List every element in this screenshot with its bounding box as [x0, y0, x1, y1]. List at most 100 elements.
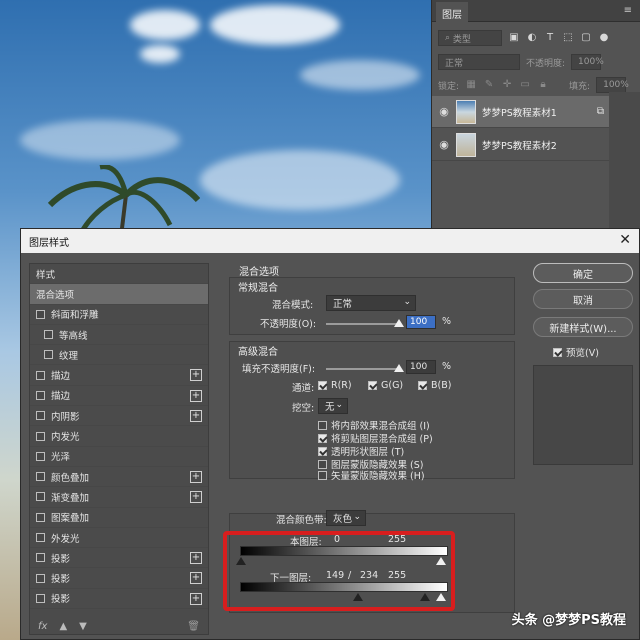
- layer-opacity-input[interactable]: 100%: [571, 54, 604, 70]
- blend-if-dropdown[interactable]: 灰色 ⌄: [326, 510, 366, 526]
- checkbox[interactable]: [318, 433, 327, 443]
- style-checkbox[interactable]: [36, 593, 45, 603]
- style-item-drop-shadow[interactable]: 投影 +: [30, 568, 208, 589]
- fill-opacity-input[interactable]: 100: [406, 360, 436, 374]
- lock-all-icon[interactable]: 🔒︎: [537, 79, 549, 91]
- style-item-texture[interactable]: 纹理: [30, 345, 208, 366]
- style-item-inner-shadow[interactable]: 内阴影 +: [30, 406, 208, 427]
- style-item-blending-options[interactable]: 混合选项: [30, 284, 208, 305]
- lock-artboard-icon[interactable]: ▭: [519, 79, 531, 91]
- blend-mode-label: 混合模式:: [272, 300, 314, 311]
- checkbox[interactable]: [418, 381, 427, 390]
- new-style-button[interactable]: 新建样式(W)...: [533, 317, 633, 337]
- style-item-styles[interactable]: 样式: [30, 264, 208, 285]
- opacity-input[interactable]: 100: [406, 315, 436, 329]
- layer-thumbnail: [456, 99, 476, 124]
- fill-opacity-slider[interactable]: [326, 368, 400, 370]
- opacity-slider-handle[interactable]: [394, 319, 404, 327]
- menu-icon[interactable]: ≡: [624, 5, 632, 16]
- layer-row[interactable]: ◉ 梦梦PS教程素材2: [432, 129, 610, 161]
- style-item-bevel-emboss[interactable]: 斜面和浮雕: [30, 305, 208, 325]
- style-checkbox[interactable]: [36, 309, 45, 319]
- trash-icon[interactable]: 🗑︎: [187, 621, 200, 632]
- preview-checkbox[interactable]: 预览(V): [553, 345, 599, 359]
- chevron-down-icon: ⌄: [353, 512, 361, 522]
- layer-row[interactable]: ◉ 梦梦PS教程素材1 ⧉: [432, 96, 610, 128]
- style-item-inner-glow[interactable]: 内发光: [30, 426, 208, 447]
- layer-blend-dropdown[interactable]: 正常: [438, 54, 520, 70]
- layer-fill-input[interactable]: 100%: [596, 77, 629, 93]
- move-up-icon[interactable]: ▲: [59, 621, 67, 632]
- adjustment-filter-icon[interactable]: ◐: [526, 32, 538, 44]
- filter-toggle-icon[interactable]: ●: [598, 32, 610, 44]
- transparency-shapes-checkbox[interactable]: 透明形状图层 (T): [318, 444, 404, 458]
- type-filter-icon[interactable]: T: [544, 32, 556, 44]
- style-checkbox[interactable]: [36, 533, 45, 542]
- add-icon[interactable]: +: [190, 592, 202, 605]
- opacity-slider[interactable]: [326, 323, 400, 325]
- lock-pixels-icon[interactable]: ▦: [465, 79, 477, 91]
- move-down-icon[interactable]: ▼: [79, 621, 87, 632]
- add-icon[interactable]: +: [190, 470, 202, 483]
- checkbox[interactable]: [318, 420, 327, 430]
- style-item-drop-shadow[interactable]: 投影 +: [30, 548, 208, 569]
- style-item-drop-shadow[interactable]: 投影 +: [30, 589, 208, 610]
- checkbox[interactable]: [318, 381, 327, 390]
- style-checkbox[interactable]: [36, 512, 45, 522]
- shape-filter-icon[interactable]: ⬚: [562, 32, 574, 44]
- style-item-stroke[interactable]: 描边 +: [30, 365, 208, 386]
- knockout-dropdown[interactable]: 无 ⌄: [318, 398, 348, 414]
- style-checkbox[interactable]: [44, 350, 53, 360]
- checkbox[interactable]: [318, 446, 327, 456]
- style-item-pattern-overlay[interactable]: 图案叠加: [30, 508, 208, 528]
- eye-icon[interactable]: ◉: [432, 105, 456, 118]
- image-filter-icon[interactable]: ▣: [508, 32, 520, 44]
- opacity-label: 不透明度(O):: [260, 319, 317, 330]
- layer-filter-dropdown[interactable]: ⌕ 类型: [438, 30, 502, 46]
- style-checkbox[interactable]: [36, 573, 45, 583]
- style-item-contour[interactable]: 等高线: [30, 325, 208, 346]
- vector-mask-hides-checkbox[interactable]: 矢量蒙版隐藏效果 (H): [318, 468, 425, 482]
- blend-clipped-checkbox[interactable]: 将剪贴图层混合成组 (P): [318, 431, 433, 445]
- style-item-satin[interactable]: 光泽: [30, 447, 208, 467]
- checkbox[interactable]: [318, 470, 327, 480]
- checkbox[interactable]: [368, 381, 377, 390]
- layer-name[interactable]: 梦梦PS教程素材1: [482, 105, 557, 119]
- style-checkbox[interactable]: [36, 390, 45, 400]
- blend-interior-checkbox[interactable]: 将内部效果混合成组 (I): [318, 418, 430, 432]
- style-checkbox[interactable]: [36, 411, 45, 421]
- style-item-gradient-overlay[interactable]: 渐变叠加 +: [30, 487, 208, 508]
- cancel-button[interactable]: 取消: [533, 289, 633, 309]
- channel-b-checkbox[interactable]: B(B): [418, 380, 451, 391]
- channel-r-checkbox[interactable]: R(R): [318, 380, 352, 391]
- channel-g-checkbox[interactable]: G(G): [368, 380, 403, 391]
- style-checkbox[interactable]: [36, 431, 45, 441]
- style-item-stroke[interactable]: 描边 +: [30, 386, 208, 407]
- add-icon[interactable]: +: [190, 572, 202, 585]
- style-checkbox[interactable]: [36, 451, 45, 461]
- checkbox[interactable]: [553, 347, 562, 357]
- ok-button[interactable]: 确定: [533, 263, 633, 283]
- style-checkbox[interactable]: [36, 472, 45, 482]
- close-icon[interactable]: ✕: [619, 232, 631, 248]
- fill-opacity-slider-handle[interactable]: [394, 364, 404, 372]
- tab-layers[interactable]: 图层: [436, 2, 468, 22]
- add-icon[interactable]: +: [190, 389, 202, 402]
- add-icon[interactable]: +: [190, 552, 202, 565]
- layer-name[interactable]: 梦梦PS教程素材2: [482, 138, 557, 152]
- eye-icon[interactable]: ◉: [432, 138, 456, 151]
- lock-paint-icon[interactable]: ✎: [483, 79, 495, 91]
- style-checkbox[interactable]: [36, 492, 45, 502]
- style-checkbox[interactable]: [36, 370, 45, 380]
- add-icon[interactable]: +: [190, 369, 202, 382]
- style-checkbox[interactable]: [36, 553, 45, 563]
- style-item-outer-glow[interactable]: 外发光: [30, 528, 208, 549]
- blend-mode-dropdown[interactable]: 正常 ⌄: [326, 295, 416, 311]
- add-icon[interactable]: +: [190, 410, 202, 423]
- add-icon[interactable]: +: [190, 491, 202, 504]
- fx-icon[interactable]: fx: [38, 621, 47, 632]
- lock-move-icon[interactable]: ✛: [501, 79, 513, 91]
- style-item-color-overlay[interactable]: 颜色叠加 +: [30, 467, 208, 488]
- smart-object-filter-icon[interactable]: ▢: [580, 32, 592, 44]
- style-checkbox[interactable]: [44, 330, 53, 340]
